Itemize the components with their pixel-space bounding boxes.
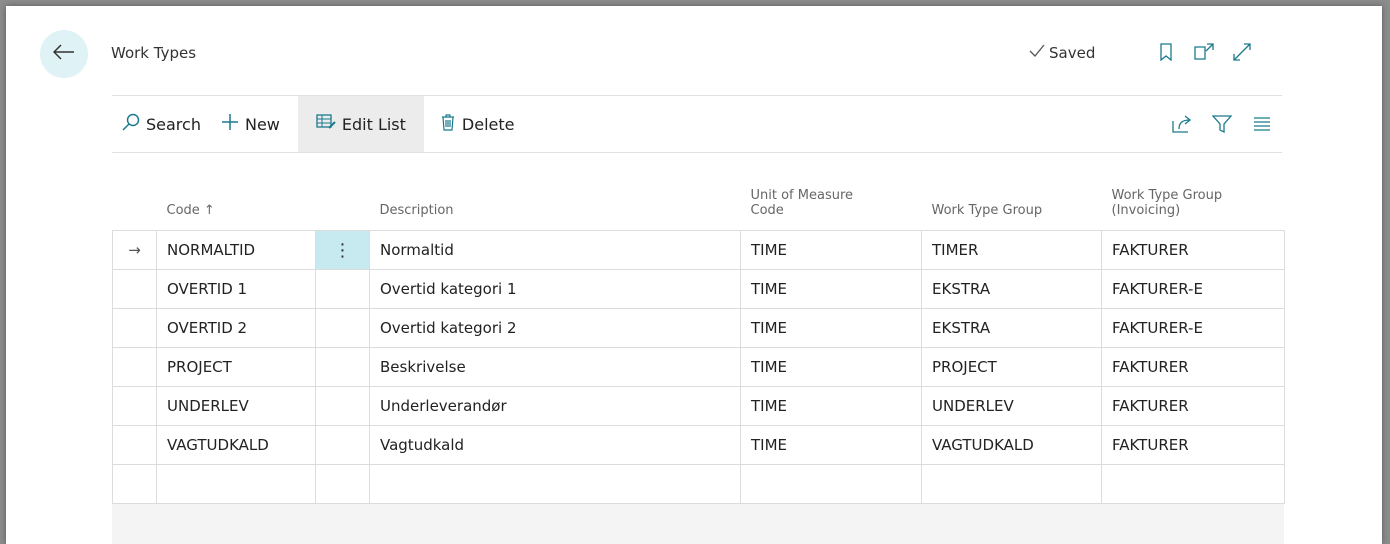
row-actions-cell[interactable] bbox=[315, 269, 370, 309]
view-actions bbox=[1170, 112, 1282, 136]
work-type-group-cell[interactable]: PROJECT bbox=[921, 347, 1102, 387]
delete-label: Delete bbox=[461, 114, 515, 134]
open-new-window-icon[interactable] bbox=[1192, 40, 1216, 64]
uom-cell[interactable]: TIME bbox=[740, 308, 922, 348]
more-options-icon: ⋮ bbox=[333, 239, 352, 261]
column-header-work-type-group[interactable]: Work Type Group bbox=[922, 168, 1102, 231]
table-row[interactable]: PROJECT Beskrivelse TIME PROJECT FAKTURE… bbox=[112, 347, 1285, 387]
plus-icon bbox=[221, 113, 239, 135]
page-frame: Work Types Saved Search New Edit List De… bbox=[6, 6, 1382, 544]
expand-icon[interactable] bbox=[1230, 40, 1254, 64]
description-cell[interactable]: Normaltid bbox=[369, 230, 741, 270]
column-header-uom[interactable]: Unit of Measure Code bbox=[741, 168, 922, 231]
uom-cell[interactable]: TIME bbox=[740, 425, 922, 465]
share-icon[interactable] bbox=[1170, 112, 1194, 136]
code-cell[interactable]: UNDERLEV bbox=[156, 386, 316, 426]
back-button[interactable] bbox=[40, 30, 88, 78]
table-row[interactable]: VAGTUDKALD Vagtudkald TIME VAGTUDKALD FA… bbox=[112, 425, 1285, 465]
column-header-work-type-group-invoicing[interactable]: Work Type Group (Invoicing) bbox=[1102, 168, 1285, 231]
work-type-group-cell[interactable]: UNDERLEV bbox=[921, 386, 1102, 426]
description-cell[interactable]: Vagtudkald bbox=[369, 425, 741, 465]
work-type-group-invoicing-cell[interactable]: FAKTURER bbox=[1101, 347, 1285, 387]
page-toolbar bbox=[1154, 40, 1254, 64]
saved-status: Saved bbox=[1029, 44, 1095, 62]
indicator-header bbox=[113, 168, 157, 231]
description-cell[interactable]: Overtid kategori 2 bbox=[369, 308, 741, 348]
work-types-grid: Code ↑ Description Unit of Measure Code W… bbox=[112, 168, 1285, 504]
edit-list-icon bbox=[316, 113, 336, 135]
work-type-group-cell[interactable]: TIMER bbox=[921, 230, 1102, 270]
code-cell[interactable]: NORMALTID bbox=[156, 230, 316, 270]
trash-icon bbox=[440, 113, 456, 135]
code-cell[interactable]: VAGTUDKALD bbox=[156, 425, 316, 465]
uom-header-line2: Code bbox=[750, 203, 784, 218]
filter-icon[interactable] bbox=[1210, 112, 1234, 136]
table-row[interactable]: OVERTID 1 Overtid kategori 1 TIME EKSTRA… bbox=[112, 269, 1285, 309]
row-actions-button[interactable]: ⋮ bbox=[315, 230, 370, 270]
wtg-inv-header-line1: Work Type Group bbox=[1111, 188, 1223, 203]
back-arrow-icon bbox=[52, 44, 75, 64]
uom-cell[interactable]: TIME bbox=[740, 230, 922, 270]
code-cell[interactable]: OVERTID 2 bbox=[156, 308, 316, 348]
row-indicator bbox=[112, 425, 157, 465]
bookmark-icon[interactable] bbox=[1154, 40, 1178, 64]
new-label: New bbox=[244, 114, 280, 134]
description-cell[interactable]: Beskrivelse bbox=[369, 347, 741, 387]
work-type-group-invoicing-cell[interactable] bbox=[1101, 464, 1285, 504]
work-type-group-cell[interactable]: EKSTRA bbox=[921, 308, 1102, 348]
work-type-group-invoicing-cell[interactable]: FAKTURER bbox=[1101, 386, 1285, 426]
row-actions-cell[interactable] bbox=[315, 386, 370, 426]
delete-button[interactable]: Delete bbox=[424, 96, 531, 152]
uom-cell[interactable]: TIME bbox=[740, 347, 922, 387]
search-label: Search bbox=[146, 114, 201, 134]
code-cell[interactable]: PROJECT bbox=[156, 347, 316, 387]
column-header-description[interactable]: Description bbox=[370, 168, 741, 231]
search-icon bbox=[122, 113, 140, 135]
work-type-group-invoicing-cell[interactable]: FAKTURER-E bbox=[1101, 269, 1285, 309]
action-bar: Search New Edit List Delete bbox=[112, 95, 1282, 153]
row-actions-cell[interactable] bbox=[315, 425, 370, 465]
column-header-code[interactable]: Code ↑ bbox=[157, 168, 316, 231]
work-type-group-invoicing-cell[interactable]: FAKTURER bbox=[1101, 425, 1285, 465]
row-indicator bbox=[112, 386, 157, 426]
work-type-group-cell[interactable]: EKSTRA bbox=[921, 269, 1102, 309]
list-view-icon[interactable] bbox=[1250, 112, 1274, 136]
row-actions-cell[interactable] bbox=[315, 347, 370, 387]
grid-footer-area bbox=[112, 504, 1284, 544]
code-cell[interactable] bbox=[156, 464, 316, 504]
code-cell[interactable]: OVERTID 1 bbox=[156, 269, 316, 309]
saved-label: Saved bbox=[1049, 44, 1096, 62]
description-cell[interactable]: Underleverandør bbox=[369, 386, 741, 426]
row-indicator bbox=[112, 464, 157, 504]
row-actions-cell[interactable] bbox=[315, 308, 370, 348]
actions-header bbox=[316, 168, 370, 231]
table-header: Code ↑ Description Unit of Measure Code W… bbox=[113, 168, 1285, 231]
search-button[interactable]: Search bbox=[112, 96, 211, 152]
work-type-group-cell[interactable] bbox=[921, 464, 1102, 504]
uom-cell[interactable]: TIME bbox=[740, 269, 922, 309]
edit-list-button[interactable]: Edit List bbox=[297, 96, 424, 152]
work-type-group-cell[interactable]: VAGTUDKALD bbox=[921, 425, 1102, 465]
table-row[interactable]: UNDERLEV Underleverandør TIME UNDERLEV F… bbox=[112, 386, 1285, 426]
uom-header-line1: Unit of Measure bbox=[750, 188, 854, 203]
table-row-empty[interactable] bbox=[112, 464, 1285, 504]
wtg-inv-header-line2: (Invoicing) bbox=[1111, 203, 1181, 218]
row-indicator: → bbox=[112, 230, 157, 270]
new-button[interactable]: New bbox=[211, 96, 290, 152]
row-indicator bbox=[112, 308, 157, 348]
row-indicator bbox=[112, 269, 157, 309]
uom-cell[interactable]: TIME bbox=[740, 386, 922, 426]
work-type-group-invoicing-cell[interactable]: FAKTURER-E bbox=[1101, 308, 1285, 348]
uom-cell[interactable] bbox=[740, 464, 922, 504]
table-row[interactable]: → NORMALTID ⋮ Normaltid TIME TIMER FAKTU… bbox=[112, 230, 1285, 270]
checkmark-icon bbox=[1029, 44, 1045, 62]
work-type-group-invoicing-cell[interactable]: FAKTURER bbox=[1101, 230, 1285, 270]
row-indicator bbox=[112, 347, 157, 387]
edit-list-label: Edit List bbox=[341, 114, 406, 134]
page-title: Work Types bbox=[111, 44, 197, 62]
row-actions-cell[interactable] bbox=[315, 464, 370, 504]
description-cell[interactable]: Overtid kategori 1 bbox=[369, 269, 741, 309]
table-row[interactable]: OVERTID 2 Overtid kategori 2 TIME EKSTRA… bbox=[112, 308, 1285, 348]
description-cell[interactable] bbox=[369, 464, 741, 504]
